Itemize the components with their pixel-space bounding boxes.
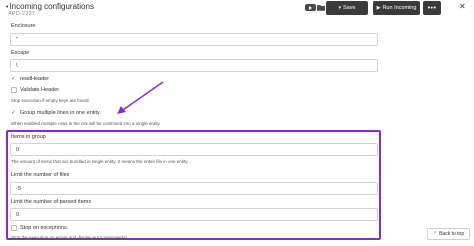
- escape-input[interactable]: \: [10, 59, 378, 72]
- validate-header-help: Stop execution if empty keys are found.: [11, 98, 90, 103]
- checkmark-icon: ✓: [11, 110, 16, 116]
- page-subtitle: APD-2337: [8, 11, 35, 17]
- page-title: •Incoming configurations: [6, 2, 94, 11]
- run-incoming-button[interactable]: ▶ Run Incoming: [373, 1, 420, 15]
- run-button-label: Run Incoming: [382, 5, 417, 11]
- close-icon[interactable]: ✕: [459, 2, 466, 11]
- play-icon: ▶: [376, 5, 381, 11]
- group-multiple-help: When enabled multiple rows in the csv wi…: [11, 121, 161, 126]
- group-multiple-checkbox[interactable]: ✓ Group multiple lines in one entity.: [11, 110, 101, 116]
- items-in-group-input[interactable]: 0: [10, 143, 378, 156]
- escape-label: Escape: [11, 50, 30, 56]
- save-button-label: Save: [342, 5, 356, 11]
- checkbox-icon: [11, 87, 17, 93]
- items-in-group-label: Items in group: [11, 134, 46, 140]
- limit-files-label: Limit the number of files: [11, 172, 70, 178]
- validate-header-label: Validate Header: [20, 87, 60, 93]
- items-in-group-help: The amount of items that are bundled in …: [11, 159, 189, 164]
- limit-parsed-label: Limit the number of parsed items: [11, 199, 92, 205]
- limit-files-input[interactable]: -5: [10, 182, 378, 195]
- stop-on-exceptions-help: Stop the execution on errors and display…: [11, 235, 129, 240]
- header: •Incoming configurations APD-2337 ▾ Save…: [0, 0, 474, 20]
- save-button[interactable]: ▾ Save: [326, 1, 368, 15]
- folder-icon[interactable]: [316, 3, 325, 12]
- page-title-text: Incoming configurations: [9, 2, 94, 11]
- read-header-label: readHeader: [20, 76, 50, 82]
- video-icon[interactable]: [305, 4, 316, 11]
- enclosure-label: Enclosure: [11, 23, 36, 29]
- save-icon: ▾: [338, 5, 341, 11]
- checkbox-icon: [11, 225, 17, 231]
- chevron-up-icon: ⌃: [432, 231, 438, 237]
- back-to-top-label: Back to top: [439, 231, 465, 237]
- checkmark-icon: ✓: [11, 76, 16, 82]
- validate-header-checkbox[interactable]: Validate Header: [11, 87, 59, 93]
- stop-on-exceptions-checkbox[interactable]: Stop on exceptions.: [11, 225, 68, 231]
- stop-on-exceptions-label: Stop on exceptions.: [20, 225, 69, 231]
- more-options-button[interactable]: •••: [423, 1, 441, 15]
- group-multiple-label: Group multiple lines in one entity.: [20, 110, 101, 116]
- read-header-checkbox[interactable]: ✓ readHeader: [11, 76, 49, 82]
- limit-parsed-input[interactable]: 0: [10, 208, 378, 221]
- enclosure-input[interactable]: ": [10, 33, 378, 46]
- back-to-top-button[interactable]: ⌃ Back to top: [427, 228, 470, 240]
